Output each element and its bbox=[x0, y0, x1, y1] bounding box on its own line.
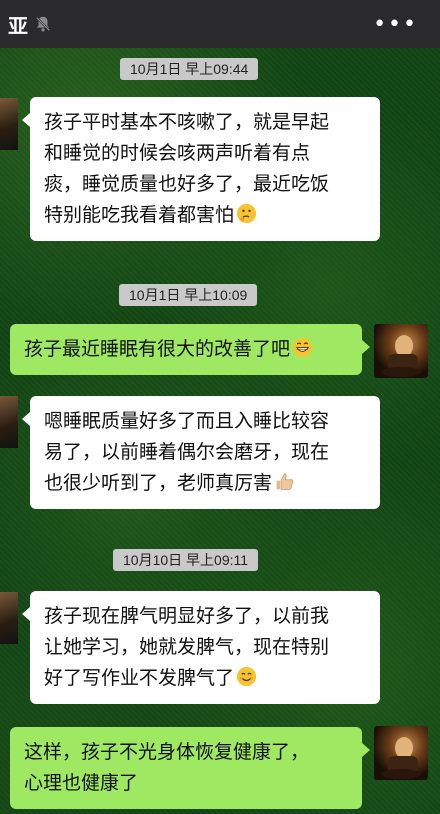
message-line: 和睡觉的时候会咳两声听着有点 bbox=[44, 142, 311, 164]
message-bubble-incoming[interactable]: 孩子现在脾气明显好多了，以前我 让她学习，她就发脾气，现在特别 好了写作业不发脾… bbox=[22, 591, 380, 704]
message-bubble-outgoing[interactable]: 孩子最近睡眠有很大的改善了吧 bbox=[10, 324, 370, 375]
message-line: 嗯睡眠质量好多了而且入睡比较容 bbox=[44, 410, 330, 432]
message-bubble-outgoing[interactable]: 这样，孩子不光身体恢复健康了， 心理也健康了 bbox=[10, 727, 370, 809]
message-bubble-incoming[interactable]: 孩子平时基本不咳嗽了，就是早起 和睡觉的时候会咳两声听着有点 痰，睡觉质量也好多… bbox=[22, 97, 380, 241]
avatar[interactable] bbox=[0, 396, 18, 448]
message-line: 也很少听到了，老师真厉害 bbox=[44, 472, 273, 494]
avatar-image bbox=[381, 737, 421, 779]
avatar[interactable] bbox=[374, 324, 428, 378]
timestamp: 10月10日 早上09:11 bbox=[113, 549, 259, 571]
message-line: 这样，孩子不光身体恢复健康了， bbox=[24, 741, 310, 763]
grinning-face-icon bbox=[292, 337, 313, 358]
message-line: 让她学习，她就发脾气，现在特别 bbox=[44, 636, 330, 658]
message-line: 特别能吃我看着都害怕 bbox=[44, 204, 235, 226]
message-line: 孩子最近睡眠有很大的改善了吧 bbox=[24, 338, 291, 360]
chat-title[interactable]: 亚 bbox=[8, 10, 28, 39]
thumbs-up-icon bbox=[276, 473, 294, 490]
timestamp: 10月1日 早上09:44 bbox=[120, 58, 259, 80]
avatar[interactable] bbox=[0, 592, 18, 644]
bell-muted-icon bbox=[35, 16, 51, 32]
message-line: 痰，睡觉质量也好多了，最近吃饭 bbox=[44, 173, 330, 195]
chat-header: 亚 ••• bbox=[0, 0, 440, 48]
avatar[interactable] bbox=[374, 726, 428, 780]
message-line: 孩子现在脾气明显好多了，以前我 bbox=[44, 605, 330, 627]
more-dots-icon[interactable]: ••• bbox=[373, 12, 418, 37]
smiling-face-icon bbox=[236, 666, 257, 687]
message-line: 心理也健康了 bbox=[24, 772, 139, 794]
message-bubble-incoming[interactable]: 嗯睡眠质量好多了而且入睡比较容 易了，以前睡着偶尔会磨牙，现在 也很少听到了，老… bbox=[22, 396, 380, 509]
avatar[interactable] bbox=[0, 98, 18, 150]
avatar-image bbox=[381, 335, 421, 377]
message-line: 孩子平时基本不咳嗽了，就是早起 bbox=[44, 111, 330, 133]
thinking-face-icon bbox=[236, 203, 257, 224]
timestamp: 10月1日 早上10:09 bbox=[119, 284, 258, 306]
message-line: 好了写作业不发脾气了 bbox=[44, 667, 235, 689]
message-line: 易了，以前睡着偶尔会磨牙，现在 bbox=[44, 441, 330, 463]
